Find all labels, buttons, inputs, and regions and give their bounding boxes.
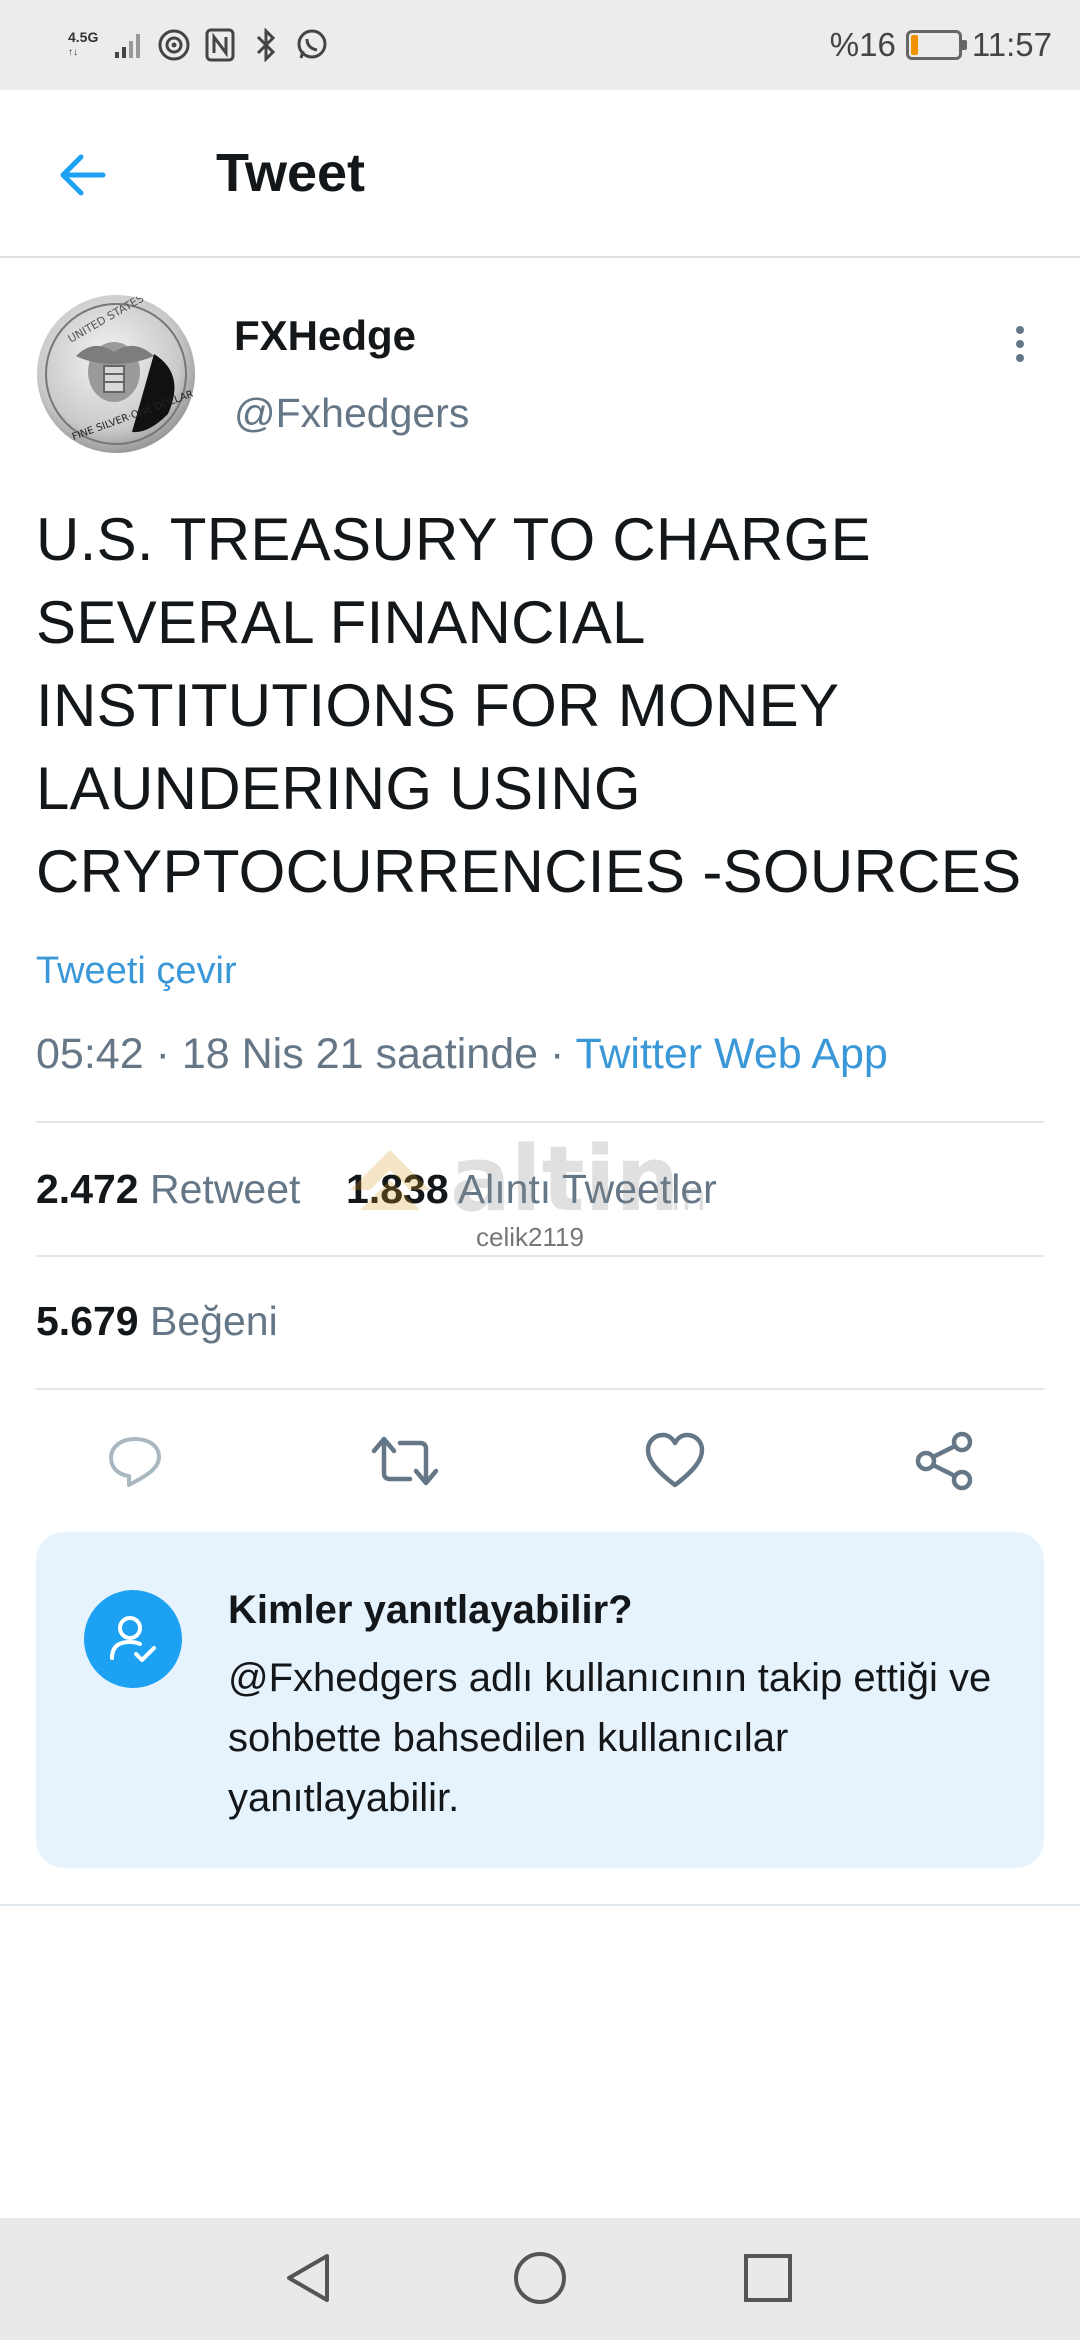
meta-separator: · (549, 1030, 565, 1078)
avatar[interactable]: UNITED STATES FINE SILVER·ONE DOLLAR (36, 294, 196, 454)
likes-label: Beğeni (150, 1298, 278, 1344)
bluetooth-icon (248, 27, 284, 63)
battery-percent: %16 (829, 26, 896, 63)
system-nav-bar (0, 2218, 1080, 2340)
hotspot-icon (156, 27, 192, 63)
quotes-stat[interactable]: 1.838 Alıntı Tweetler (346, 1166, 717, 1212)
nfc-icon (202, 27, 238, 63)
divider (0, 1904, 1080, 1906)
divider (36, 1255, 1044, 1257)
like-icon (645, 1432, 705, 1488)
author-name[interactable]: FXHedge (234, 312, 416, 360)
recents-square-icon (744, 2254, 792, 2302)
tweet-time: 05:42 (36, 1030, 144, 1078)
battery-icon (905, 30, 967, 60)
who-can-reply-card: Kimler yanıtlayabilir? @Fxhedgers adlı k… (36, 1532, 1044, 1868)
tweet-meta: 05:42 · 18 Nis 21 saatinde · Twitter Web… (36, 1030, 888, 1079)
back-button[interactable] (50, 142, 116, 208)
reply-button[interactable] (100, 1426, 170, 1496)
retweets-label: Retweet (150, 1166, 301, 1212)
network-type: 4.5G ↑↓ (68, 29, 99, 59)
silver-eagle-coin-avatar: UNITED STATES FINE SILVER·ONE DOLLAR (37, 294, 195, 453)
signal-icon (110, 27, 146, 63)
page-title: Tweet (216, 143, 366, 203)
translate-tweet-link[interactable]: Tweeti çevir (36, 950, 237, 993)
more-dots-icon (1016, 326, 1024, 334)
arrow-left-icon (60, 154, 106, 196)
nav-home-button[interactable] (510, 2248, 570, 2308)
quotes-count: 1.838 (346, 1166, 449, 1212)
retweet-button[interactable] (370, 1426, 440, 1496)
status-icons-left: 4.5G ↑↓ (68, 22, 330, 68)
share-icon (915, 1431, 973, 1491)
meta-separator: · (155, 1030, 170, 1078)
quotes-label: Alıntı Tweetler (457, 1166, 717, 1212)
whatsapp-icon (294, 27, 330, 63)
retweets-stat[interactable]: 2.472 Retweet (36, 1166, 300, 1212)
stats-retweets-quotes: 2.472 Retweet 1.838 Alıntı Tweetler (36, 1166, 717, 1213)
nav-back-button[interactable] (278, 2248, 338, 2308)
app-header: Tweet (0, 90, 1080, 258)
tweet-source-app[interactable]: Twitter Web App (575, 1030, 887, 1078)
reply-card-description: @Fxhedgers adlı kullanıcının takip ettiğ… (228, 1656, 992, 1820)
home-circle-icon (514, 2252, 566, 2304)
network-label: 4.5G (68, 29, 99, 45)
status-icons-right: %16 11:57 (830, 22, 1052, 68)
divider (36, 1121, 1044, 1123)
divider (36, 1388, 1044, 1390)
like-button[interactable] (640, 1426, 710, 1496)
reply-card-title: Kimler yanıtlayabilir? (228, 1588, 633, 1632)
tweet-text: U.S. TREASURY TO CHARGE SEVERAL FINANCIA… (36, 506, 1022, 905)
user-check-icon (84, 1590, 182, 1688)
retweet-icon (371, 1436, 439, 1486)
author-handle[interactable]: @Fxhedgers (234, 390, 469, 437)
battery-level (910, 35, 918, 55)
nav-recents-button[interactable] (738, 2248, 798, 2308)
reply-icon (109, 1437, 161, 1487)
tweet-date: 18 Nis 21 saatinde (181, 1030, 539, 1078)
more-options-button[interactable] (1002, 316, 1038, 372)
likes-stat[interactable]: 5.679 Beğeni (36, 1298, 278, 1345)
back-triangle-icon (287, 2254, 329, 2302)
status-bar: 4.5G ↑↓ %16 11:57 (0, 0, 1080, 90)
watermark-user: celik2119 (476, 1222, 584, 1252)
clock: 11:57 (971, 26, 1052, 63)
share-button[interactable] (910, 1426, 980, 1496)
likes-count: 5.679 (36, 1298, 139, 1344)
retweets-count: 2.472 (36, 1166, 139, 1212)
